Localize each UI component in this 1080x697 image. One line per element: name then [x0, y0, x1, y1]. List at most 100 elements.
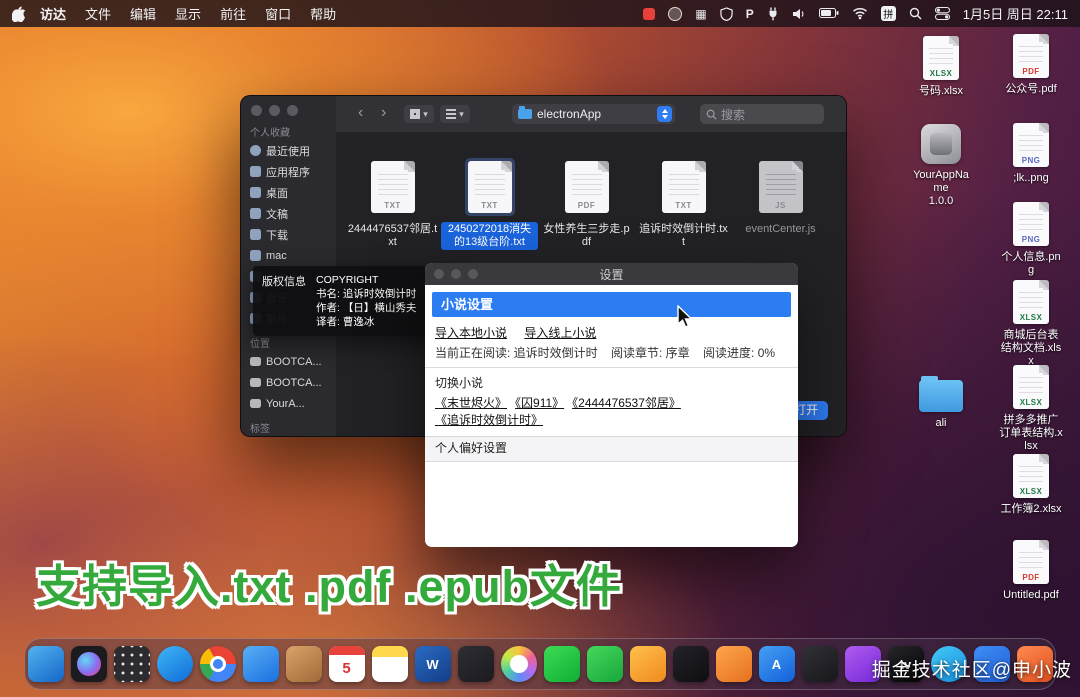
desktop-icon-app[interactable]: YourAppName 1.0.0: [909, 124, 973, 208]
desktop-icon-folder[interactable]: ali: [909, 372, 973, 430]
sidebar-item[interactable]: 最近使用: [241, 140, 336, 161]
desktop-icon-xlsx[interactable]: XLSX 商城后台表结构文档.xlsx: [999, 280, 1063, 368]
dock-pencil-app-icon[interactable]: [630, 646, 666, 682]
book-link[interactable]: 《2444476537邻居》: [572, 396, 681, 410]
reading-status: 当前正在阅读: 追诉时效倒计时 阅读章节: 序章 阅读进度: 0%: [435, 344, 788, 361]
personal-prefs-header[interactable]: 个人偏好设置: [425, 436, 798, 462]
pinyin-input-icon[interactable]: 拼: [881, 6, 896, 21]
shield-icon[interactable]: [720, 7, 733, 21]
menubar-clock[interactable]: 1月5日 周日 22:11: [963, 4, 1068, 23]
desktop-icon-pdf[interactable]: PDF 公众号.pdf: [999, 34, 1063, 96]
dock-icon-glyph: 5: [342, 660, 350, 677]
volume-icon[interactable]: [792, 8, 806, 20]
menubar-item-4[interactable]: 前往: [220, 4, 246, 23]
dock-word-icon[interactable]: W: [415, 646, 451, 682]
dock-photos-icon[interactable]: [501, 646, 537, 682]
file-icon: TXT: [662, 161, 706, 213]
sidebar-item[interactable]: BOOTCA...: [241, 351, 336, 372]
battery-icon[interactable]: [819, 8, 839, 19]
dock-appstore-icon[interactable]: A: [759, 646, 795, 682]
dock-stocks-icon[interactable]: [673, 646, 709, 682]
sidebar-item[interactable]: 文稿: [241, 203, 336, 224]
page-lines: [1019, 288, 1043, 310]
sidebar-item[interactable]: 应用程序: [241, 161, 336, 182]
view-mode-button[interactable]: ▾: [404, 105, 434, 123]
sidebar-item[interactable]: BOOTCA...: [241, 372, 336, 393]
meeting-app-icon[interactable]: [668, 7, 682, 21]
sidebar-item[interactable]: 桌面: [241, 182, 336, 203]
dock-calendar-icon[interactable]: 5: [329, 646, 365, 682]
file-icon-wrap: PDF: [562, 158, 612, 216]
desktop-icon-png[interactable]: PNG 个人信息.png: [999, 202, 1063, 277]
book-link[interactable]: 《囚911》: [515, 396, 564, 410]
finder-file[interactable]: TXT追诉时效倒计时.txt: [635, 158, 732, 250]
dock-safari-icon[interactable]: [157, 646, 193, 682]
group-by-button[interactable]: ▾: [440, 105, 470, 123]
red-app-icon[interactable]: [643, 8, 655, 20]
finder-file[interactable]: TXT2450272018消失的13级台阶.txt: [441, 158, 538, 250]
close-button[interactable]: [434, 269, 444, 279]
page-lines: [1019, 210, 1043, 232]
book-link[interactable]: 《追诉时效倒计时》: [435, 413, 543, 427]
import-local-link[interactable]: 导入本地小说: [435, 326, 507, 340]
folder-path-dropdown[interactable]: electronApp: [512, 104, 675, 124]
file-icon-lines: [378, 170, 408, 198]
desktop-icon-xlsx[interactable]: XLSX 拼多多推广订单表结构.xlsx: [999, 365, 1063, 453]
dock-chrome-icon[interactable]: [200, 646, 236, 682]
zoom-button[interactable]: [468, 269, 478, 279]
search-field[interactable]: 搜索: [700, 104, 824, 124]
dock-siri-icon[interactable]: [71, 646, 107, 682]
menubar-item-6[interactable]: 帮助: [310, 4, 336, 23]
desktop-icon-xlsx[interactable]: XLSX 工作簿2.xlsx: [999, 454, 1063, 516]
wifi-icon[interactable]: [852, 7, 868, 20]
dock-contacts-icon[interactable]: [286, 646, 322, 682]
dock-notes-icon[interactable]: [372, 646, 408, 682]
file-grid: TXT2444476537邻居.txtTXT2450272018消失的13级台阶…: [336, 132, 846, 250]
menubar-item-0[interactable]: 访达: [40, 4, 66, 23]
dock-launchpad-icon[interactable]: [114, 646, 150, 682]
plug-icon[interactable]: [767, 7, 779, 21]
close-button[interactable]: [251, 105, 262, 116]
menubar-item-5[interactable]: 窗口: [265, 4, 291, 23]
finder-file[interactable]: JSeventCenter.js: [732, 158, 829, 250]
minimize-button[interactable]: [451, 269, 461, 279]
dock-wechat-icon[interactable]: [544, 646, 580, 682]
sidebar-item-label: BOOTCA...: [266, 356, 322, 368]
desktop-icon-png[interactable]: PNG ;lk..png: [999, 123, 1063, 185]
dock-reminders-icon[interactable]: [458, 646, 494, 682]
dock-messages-green-icon[interactable]: [587, 646, 623, 682]
zoom-button[interactable]: [287, 105, 298, 116]
copyright-popover-label: 版权信息: [262, 273, 306, 329]
sidebar-item[interactable]: YourA...: [241, 393, 336, 414]
forward-button[interactable]: ›: [381, 103, 386, 123]
desktop-icon-pdf[interactable]: PDF Untitled.pdf: [999, 540, 1063, 602]
dock-finder-icon[interactable]: [28, 646, 64, 682]
back-button[interactable]: ‹: [358, 103, 363, 123]
novel-settings-banner[interactable]: 小说设置: [432, 292, 791, 317]
control-center-icon[interactable]: [935, 7, 950, 20]
book-link[interactable]: 《末世烬火》: [435, 396, 507, 410]
app-grid-icon[interactable]: ▦: [695, 8, 706, 20]
import-online-link[interactable]: 导入线上小说: [524, 326, 596, 340]
apple-logo-icon[interactable]: [12, 6, 26, 22]
menubar-item-1[interactable]: 文件: [85, 4, 111, 23]
finder-file[interactable]: PDF女性养生三步走.pdf: [538, 158, 635, 250]
dock-books-icon[interactable]: [716, 646, 752, 682]
menubar-item-2[interactable]: 编辑: [130, 4, 156, 23]
pycharm-icon[interactable]: P: [746, 7, 754, 21]
folder-stepper[interactable]: [657, 106, 672, 122]
desktop-icon-xlsx[interactable]: XLSX 号码.xlsx: [909, 36, 973, 98]
dock-music-icon[interactable]: [802, 646, 838, 682]
file-type-badge: PDF: [1013, 67, 1049, 76]
search-icon[interactable]: [909, 7, 922, 20]
import-links: 导入本地小说 导入线上小说: [435, 324, 788, 341]
finder-file[interactable]: TXT2444476537邻居.txt: [344, 158, 441, 250]
minimize-button[interactable]: [269, 105, 280, 116]
dock-mail-icon[interactable]: [243, 646, 279, 682]
settings-titlebar[interactable]: 设置: [425, 263, 798, 285]
sidebar-item[interactable]: 下载: [241, 224, 336, 245]
menubar-item-3[interactable]: 显示: [175, 4, 201, 23]
divider: [425, 367, 798, 368]
sidebar-item[interactable]: 红色: [241, 436, 336, 437]
sidebar-item[interactable]: mac: [241, 245, 336, 266]
